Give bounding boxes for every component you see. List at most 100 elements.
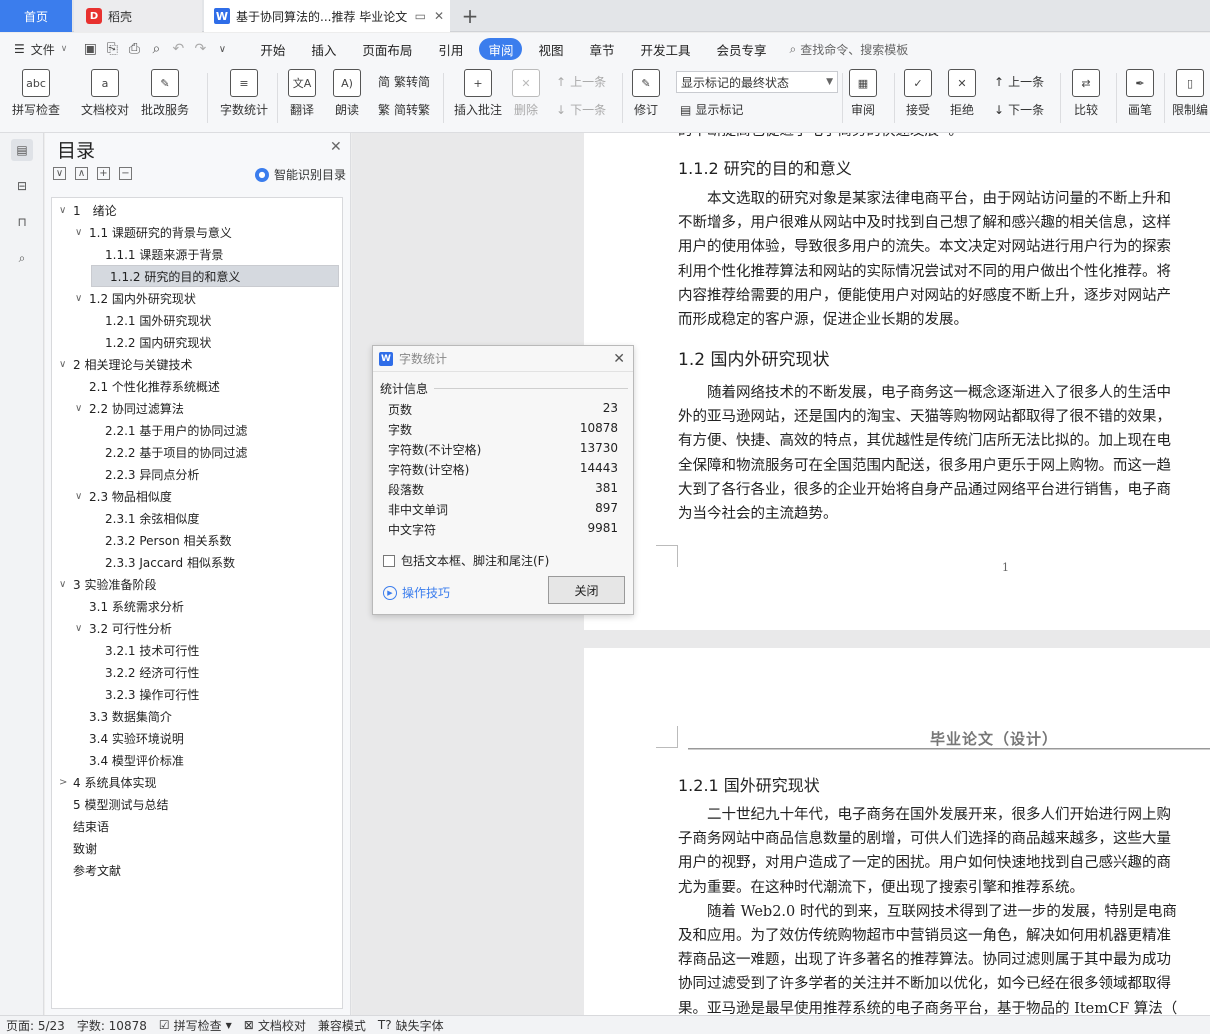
expand-toggle-icon[interactable]: ∨	[75, 293, 89, 304]
page-indicator[interactable]: 页面: 5/23	[0, 1017, 71, 1034]
delete-comment-button[interactable]: ✕ 删除	[512, 69, 540, 118]
collapse-all-icon[interactable]: ∨	[53, 167, 66, 180]
spell-check-button[interactable]: abc 拼写检查	[12, 69, 60, 118]
toc-item[interactable]: ∨ 2.3 物品相似度	[75, 485, 172, 507]
toc-item[interactable]: ∨ 2 相关理论与关键技术	[59, 353, 192, 375]
toc-item[interactable]: 参考文献	[59, 859, 121, 881]
add-heading-icon[interactable]: +	[97, 167, 110, 180]
toc-item[interactable]: 2.3.1 余弦相似度	[91, 507, 199, 529]
toc-item[interactable]: 3.2.2 经济可行性	[91, 661, 199, 683]
expand-toggle-icon[interactable]: ∨	[75, 623, 89, 634]
close-button[interactable]: 关闭	[548, 576, 625, 604]
toc-item[interactable]: 5 模型测试与总结	[59, 793, 168, 815]
expand-toggle-icon[interactable]: >	[59, 777, 73, 788]
new-tab-button[interactable]: +	[455, 0, 485, 32]
compare-button[interactable]: ⇄ 比较	[1072, 69, 1100, 118]
pin-icon[interactable]: ▭	[415, 9, 426, 23]
tab-document[interactable]: W 基于协同算法的...推荐 毕业论文 ▭ ✕	[204, 0, 450, 32]
tab-chapter[interactable]: 章节	[576, 33, 627, 65]
tab-member[interactable]: 会员专享	[704, 33, 780, 65]
tab-view[interactable]: 视图	[525, 33, 576, 65]
expand-toggle-icon[interactable]: ∨	[75, 491, 89, 502]
quick-access-more-icon[interactable]: ∨	[211, 44, 233, 55]
command-search[interactable]: ⌕ 查找命令、搜索模板	[790, 41, 909, 58]
toc-item[interactable]: 致谢	[59, 837, 97, 859]
toc-item[interactable]: 2.3.3 Jaccard 相似系数	[91, 551, 235, 573]
toc-item[interactable]: ∨ 3.2 可行性分析	[75, 617, 172, 639]
toc-item[interactable]: 1.1.1 课题来源于背景	[91, 243, 223, 265]
previous-comment-button[interactable]: ↑ 上一条	[556, 73, 606, 90]
next-comment-button[interactable]: ↓ 下一条	[556, 101, 606, 118]
document-proof-button[interactable]: a 文档校对	[81, 69, 129, 118]
toc-item[interactable]: ∨ 2.2 协同过滤算法	[75, 397, 184, 419]
tips-link[interactable]: ▶ 操作技巧	[383, 584, 450, 601]
tab-review[interactable]: 审阅	[479, 38, 523, 60]
toc-item[interactable]: ∨ 1.1 课题研究的背景与意义	[75, 221, 232, 243]
toc-item[interactable]: 3.4 实验环境说明	[75, 727, 184, 749]
toc-item[interactable]: ∨ 1 绪论	[59, 199, 117, 221]
expand-toggle-icon[interactable]: ∨	[59, 359, 73, 370]
tab-home[interactable]: 首页	[0, 0, 72, 32]
tab-insert[interactable]: 插入	[298, 33, 349, 65]
tab-page-layout[interactable]: 页面布局	[349, 33, 425, 65]
print-preview-icon[interactable]: ⌕	[145, 41, 167, 57]
redo-icon[interactable]: ↷	[189, 41, 211, 57]
close-panel-icon[interactable]: ✕	[330, 139, 342, 155]
read-aloud-button[interactable]: A) 朗读	[333, 69, 361, 118]
toc-item[interactable]: 3.2.1 技术可行性	[91, 639, 199, 661]
toc-item[interactable]: 3.3 数据集简介	[75, 705, 172, 727]
toc-item[interactable]: 1.2.1 国外研究现状	[91, 309, 211, 331]
smart-toc-button[interactable]: ● 智能识别目录	[255, 166, 346, 183]
missing-font[interactable]: T? 缺失字体	[372, 1017, 450, 1034]
next-change-button[interactable]: ↓ 下一条	[994, 101, 1044, 118]
tab-start[interactable]: 开始	[247, 33, 298, 65]
toc-item[interactable]: 2.2.3 异同点分析	[91, 463, 199, 485]
tab-daoke[interactable]: D 稻壳	[74, 0, 202, 32]
expand-toggle-icon[interactable]: ∨	[59, 579, 73, 590]
export-pdf-icon[interactable]: ⎘	[101, 41, 123, 57]
remove-heading-icon[interactable]: −	[119, 167, 132, 180]
simp-to-trad-button[interactable]: 繁简转繁	[378, 101, 430, 118]
trad-to-simp-button[interactable]: 简繁转简	[378, 73, 430, 90]
expand-toggle-icon[interactable]: ∨	[59, 205, 73, 216]
document-page[interactable]: 的不断提高也促进了电子商务的快速发展⁶⁾。 1.1.2 研究的目的和意义 本文选…	[584, 133, 1210, 630]
toc-item[interactable]: 结束语	[59, 815, 109, 837]
word-count-indicator[interactable]: 字数: 10878	[71, 1017, 153, 1034]
insert-comment-button[interactable]: + 插入批注	[454, 69, 502, 118]
pen-button[interactable]: ✒ 画笔	[1126, 69, 1154, 118]
expand-toggle-icon[interactable]: ∨	[75, 227, 89, 238]
tab-reference[interactable]: 引用	[425, 33, 476, 65]
toc-item[interactable]: 3.1 系统需求分析	[75, 595, 184, 617]
previous-change-button[interactable]: ↑ 上一条	[994, 73, 1044, 90]
toc-item[interactable]: 1.2.2 国内研究现状	[91, 331, 211, 353]
reject-button[interactable]: ✕ 拒绝	[948, 69, 976, 118]
toc-item[interactable]: 1.1.2 研究的目的和意义	[91, 265, 339, 287]
toc-item[interactable]: 3.2.3 操作可行性	[91, 683, 199, 705]
toc-item[interactable]: >4 系统具体实现	[59, 771, 156, 793]
document-page[interactable]: 毕业论文（设计） 1.2.1 国外研究现状 二十世纪九十年代，电子商务在国外发展…	[584, 648, 1210, 1015]
search-panel-icon[interactable]: ⌕	[11, 247, 33, 269]
toc-item[interactable]: ∨ 1.2 国内外研究现状	[75, 287, 196, 309]
markup-state-select[interactable]: 显示标记的最终状态 ▼	[676, 71, 838, 93]
tab-developer[interactable]: 开发工具	[627, 33, 703, 65]
toc-item[interactable]: 3.4 模型评价标准	[75, 749, 184, 771]
undo-icon[interactable]: ↶	[167, 41, 189, 57]
toc-item[interactable]: ∨ 3 实验准备阶段	[59, 573, 156, 595]
restrict-editing-button[interactable]: ▯ 限制编	[1172, 69, 1208, 118]
expand-toggle-icon[interactable]: ∨	[75, 403, 89, 414]
translate-button[interactable]: 文A 翻译	[288, 69, 316, 118]
toc-item[interactable]: 2.2.1 基于用户的协同过滤	[91, 419, 247, 441]
include-textbox-checkbox[interactable]: 包括文本框、脚注和尾注(F)	[383, 552, 549, 569]
expand-all-icon[interactable]: ∧	[75, 167, 88, 180]
toc-panel-icon[interactable]: ▤	[11, 139, 33, 161]
file-menu[interactable]: ☰ 文件 ∨	[0, 41, 79, 58]
print-icon[interactable]: ⎙	[123, 41, 145, 57]
close-tab-icon[interactable]: ✕	[434, 9, 444, 23]
status-spell-check[interactable]: ☑ 拼写检查 ▼	[153, 1017, 238, 1034]
review-pane-button[interactable]: ▦ 审阅	[849, 69, 877, 118]
chapter-nav-icon[interactable]: ⊟	[11, 175, 33, 197]
show-markup-button[interactable]: ▤ 显示标记	[680, 101, 743, 118]
annotate-service-button[interactable]: ✎ 批改服务	[141, 69, 189, 118]
save-icon[interactable]: ▣	[79, 41, 101, 57]
status-proof[interactable]: ⊠ 文档校对	[238, 1017, 312, 1034]
